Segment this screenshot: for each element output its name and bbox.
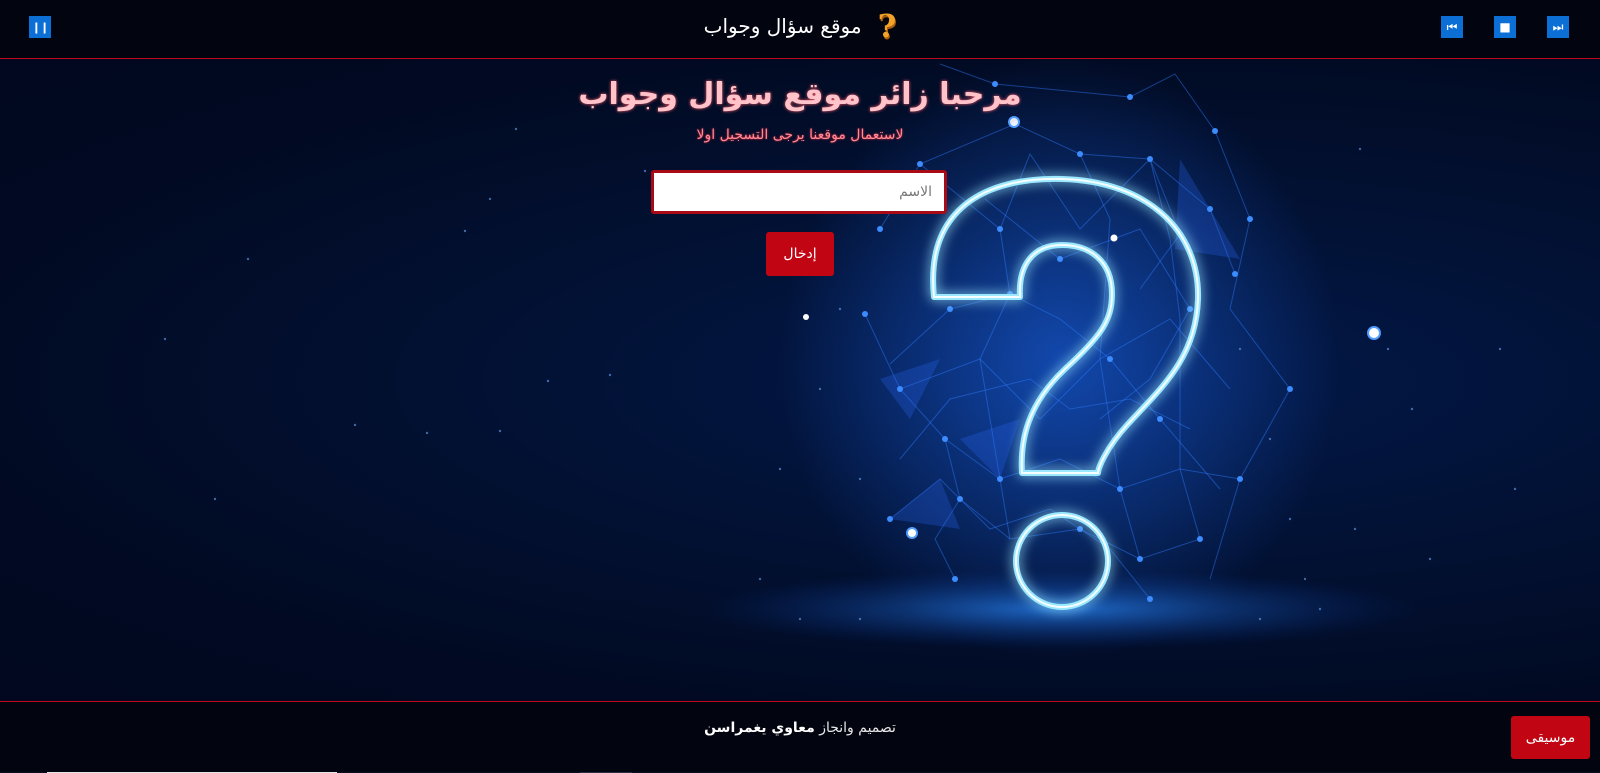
- stop-icon: ■: [1499, 20, 1511, 34]
- welcome-heading: مرحبا زائر موقع سؤال وجواب: [578, 77, 1022, 112]
- registration-prompt: لاستعمال موقعنا يرجى التسجيل اولا: [696, 127, 904, 143]
- stop-button[interactable]: ■: [1494, 16, 1516, 38]
- page: ❙❙ موقع سؤال وجواب ? ⏮ ■ ⏭ مرحبا زائر مو…: [0, 0, 1600, 773]
- question-mark-icon: ?: [877, 7, 897, 45]
- header-bar: ❙❙ موقع سؤال وجواب ? ⏮ ■ ⏭: [0, 0, 1600, 59]
- next-track-button[interactable]: ⏭: [1547, 16, 1569, 38]
- skip-back-icon: ⏮: [1446, 20, 1458, 34]
- neon-question-mark-background: [163, 59, 1517, 659]
- credit-prefix: تصميم وانجاز: [819, 720, 896, 736]
- credit-text: تصميم وانجاز معاوي يغمراسن: [0, 720, 1600, 736]
- enter-button[interactable]: إدخال: [766, 232, 834, 276]
- music-button[interactable]: موسيقى: [1511, 716, 1590, 759]
- credit-author: معاوي يغمراسن: [704, 720, 815, 736]
- site-title-group: موقع سؤال وجواب ?: [0, 10, 1600, 42]
- footer-bar: تصميم وانجاز معاوي يغمراسن موسيقى: [0, 701, 1600, 773]
- site-title: موقع سؤال وجواب: [703, 14, 862, 38]
- skip-forward-icon: ⏭: [1552, 20, 1564, 34]
- previous-track-button[interactable]: ⏮: [1441, 16, 1463, 38]
- name-input[interactable]: [651, 170, 947, 214]
- main-area: مرحبا زائر موقع سؤال وجواب لاستعمال موقع…: [0, 59, 1600, 701]
